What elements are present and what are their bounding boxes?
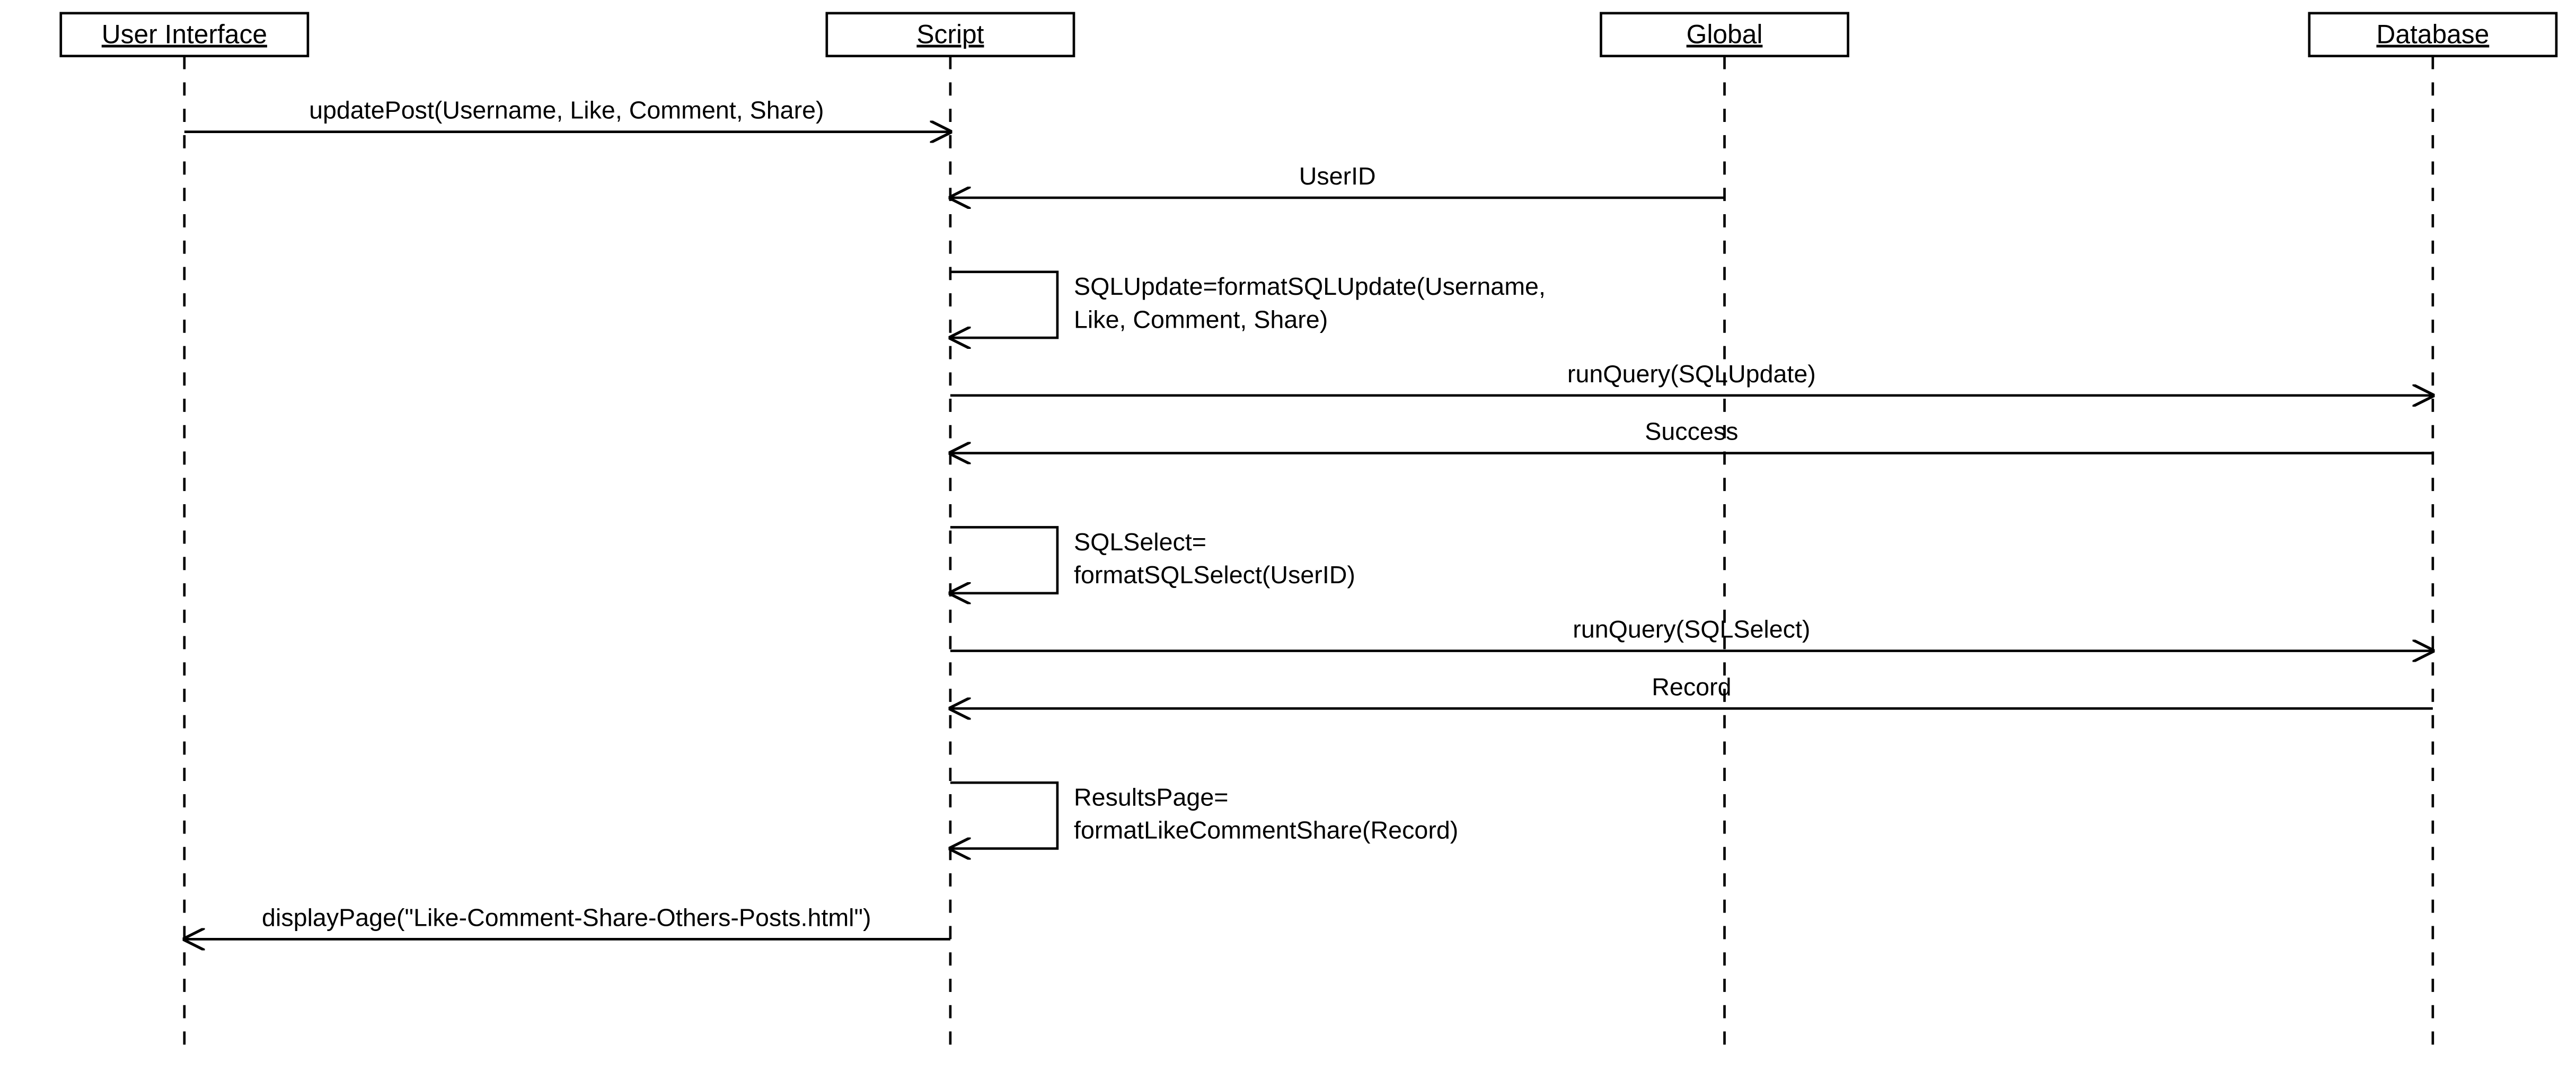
message-label-format-results-page-line1: ResultsPage=	[1074, 784, 1229, 811]
message-label-display-page: displayPage("Like-Comment-Share-Others-P…	[262, 903, 871, 931]
message-label-update-post: updatePost(Username, Like, Comment, Shar…	[309, 96, 824, 124]
sequence-diagram: User Interface Script Global Database up…	[0, 0, 2576, 1071]
message-user-id: UserID	[950, 162, 1725, 198]
message-success: Success	[950, 418, 2433, 453]
message-format-sql-select: SQLSelect= formatSQLSelect(UserID)	[950, 527, 1355, 593]
message-record: Record	[950, 673, 2433, 708]
message-format-results-page: ResultsPage= formatLikeCommentShare(Reco…	[950, 783, 1458, 848]
message-label-user-id: UserID	[1299, 162, 1376, 190]
message-label-run-query-update: runQuery(SQLUpdate)	[1567, 360, 1816, 388]
message-label-format-sql-update-line1: SQLUpdate=formatSQLUpdate(Username,	[1074, 273, 1546, 300]
message-label-run-query-select: runQuery(SQLSelect)	[1573, 616, 1810, 643]
participant-label-script: Script	[916, 20, 984, 49]
message-display-page: displayPage("Like-Comment-Share-Others-P…	[184, 903, 950, 939]
participant-database: Database	[2309, 13, 2556, 1055]
participant-label-user-interface: User Interface	[102, 20, 267, 49]
message-format-sql-update: SQLUpdate=formatSQLUpdate(Username, Like…	[950, 272, 1546, 338]
message-label-record: Record	[1652, 673, 1731, 700]
participant-script: Script	[827, 13, 1074, 1055]
participant-global: Global	[1601, 13, 1848, 1055]
message-label-success: Success	[1645, 418, 1738, 445]
message-update-post: updatePost(Username, Like, Comment, Shar…	[184, 96, 950, 132]
message-label-format-sql-select-line1: SQLSelect=	[1074, 528, 1206, 556]
message-label-format-sql-update-line2: Like, Comment, Share)	[1074, 305, 1328, 333]
message-run-query-select: runQuery(SQLSelect)	[950, 616, 2433, 651]
message-label-format-results-page-line2: formatLikeCommentShare(Record)	[1074, 817, 1458, 844]
message-run-query-update: runQuery(SQLUpdate)	[950, 360, 2433, 396]
message-label-format-sql-select-line2: formatSQLSelect(UserID)	[1074, 561, 1355, 589]
participant-user-interface: User Interface	[61, 13, 308, 1055]
participant-label-global: Global	[1687, 20, 1763, 49]
participant-label-database: Database	[2376, 20, 2489, 49]
